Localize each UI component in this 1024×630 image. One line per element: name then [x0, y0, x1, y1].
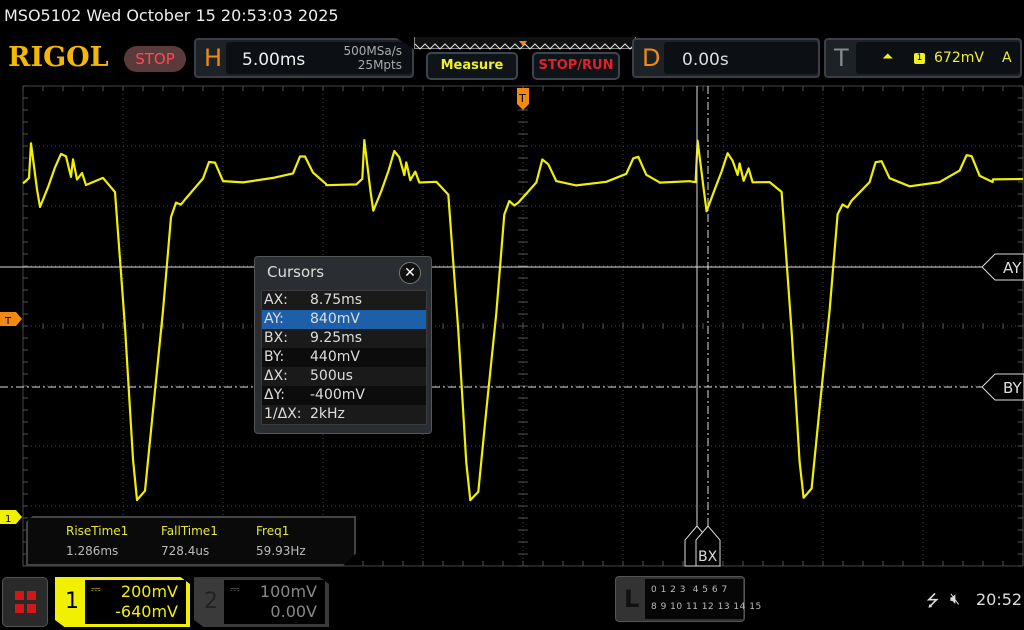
rising-edge-icon: ⏶	[882, 49, 894, 65]
cursor-value: 9.25ms	[310, 330, 363, 346]
cursor-key: 1/ΔX:	[264, 406, 302, 422]
cursor-readout-table: AX: 8.75ms AY: 840mV BX: 9.25ms BY: 440mV ΔX: 500…	[261, 290, 427, 425]
ch1-ground-label: 1	[5, 514, 11, 525]
cursor-bx-label: BX	[698, 549, 718, 565]
graticule	[22, 85, 1024, 567]
cursor-key: ΔX:	[264, 368, 288, 384]
logic-label: L	[624, 585, 640, 613]
cursor-row[interactable]: ΔX: 500us	[262, 367, 426, 386]
cursor-value: 500us	[310, 368, 353, 384]
channel-2-offset: 0.00V	[270, 602, 317, 621]
measurement-name: FallTime1	[161, 524, 218, 538]
trigger-level: 672mV	[934, 50, 984, 66]
measure-button[interactable]: Measure	[426, 52, 518, 80]
trigger-source: 1	[914, 53, 925, 64]
cursors-dialog[interactable]: Cursors ✕ AX: 8.75ms AY: 840mV BX: 9.25ms BY: 4…	[254, 256, 432, 434]
channel-2-scale: 100mV	[259, 582, 317, 601]
cursors-title: Cursors	[267, 263, 325, 281]
usb-icon: ⭍	[926, 591, 940, 610]
cursor-key: AY:	[264, 311, 284, 327]
cursor-row[interactable]: AY: 840mV	[262, 310, 426, 329]
measurement-name: RiseTime1	[66, 524, 129, 538]
logic-analyzer-button[interactable]: L 0 1 2 3 4 5 6 7 8 9 10 11 12 13 14 15	[615, 576, 761, 622]
cursor-row[interactable]: ΔY: -400mV	[262, 386, 426, 405]
main-menu-button[interactable]	[2, 577, 48, 627]
delay-label: D	[642, 44, 661, 72]
cursor-key: AX:	[264, 292, 288, 308]
cursor-value: 840mV	[310, 311, 360, 327]
clock: 20:52	[976, 590, 1023, 609]
trigger-panel[interactable]: T ⏶ 1 672mV A	[824, 38, 1022, 78]
cursor-key: BX:	[264, 330, 288, 346]
cursor-row[interactable]: BX: 9.25ms	[262, 329, 426, 348]
cursor-row[interactable]: BY: 440mV	[262, 348, 426, 367]
measurement-rise-time[interactable]: RiseTime1 1.286ms	[66, 524, 128, 558]
cursor-key: BY:	[264, 349, 285, 365]
trigger-level-label: T	[4, 316, 12, 327]
measurement-panel[interactable]: RiseTime1 1.286ms FallTime1 728.4us Freq1 5…	[26, 516, 356, 566]
cursor-value: -400mV	[310, 387, 365, 403]
delay-panel[interactable]: D 0.00s	[632, 38, 820, 78]
cursor-value: 2kHz	[310, 406, 345, 422]
dc-coupling-icon: ⎓	[230, 582, 240, 596]
dc-coupling-icon: ⎓	[91, 582, 101, 596]
channel-1-offset: -640mV	[115, 602, 178, 621]
delay-value: 0.00s	[682, 50, 729, 70]
close-icon[interactable]: ✕	[399, 262, 421, 284]
cursor-value: 8.75ms	[310, 292, 363, 308]
measurement-freq[interactable]: Freq1 59.93Hz	[256, 524, 306, 558]
cursor-row[interactable]: AX: 8.75ms	[262, 291, 426, 310]
speaker-muted-icon[interactable]: 🔇︎	[950, 589, 960, 609]
channel-2-number: 2	[204, 589, 218, 614]
channel-1-number: 1	[65, 589, 79, 614]
menu-grid-icon	[15, 591, 24, 600]
sample-rate: 500MSa/s	[343, 44, 402, 58]
measurement-name: Freq1	[256, 524, 290, 538]
channel-2-button[interactable]: 2 100mV 0.00V ⎓	[194, 577, 329, 627]
trigger-mode: A	[1002, 50, 1012, 66]
timebase-value: 5.00ms	[242, 50, 306, 70]
cursor-row[interactable]: 1/ΔX: 2kHz	[262, 405, 426, 424]
run-state-badge[interactable]: STOP	[124, 46, 186, 72]
logic-channels-row2: 8 9 10 11 12 13 14 15	[651, 602, 762, 612]
horizontal-panel[interactable]: H 5.00ms 500MSa/s 25Mpts	[194, 38, 414, 78]
sample-rate-info: 500MSa/s 25Mpts	[326, 44, 402, 72]
memory-waveform-icon	[414, 41, 636, 50]
measurement-value: 728.4us	[161, 544, 210, 558]
measurement-fall-time[interactable]: FallTime1 728.4us	[161, 524, 218, 558]
cursor-key: ΔY:	[264, 387, 285, 403]
rigol-logo: RIGOL	[8, 42, 109, 73]
cursor-value: 440mV	[310, 349, 360, 365]
waveform-display[interactable]: AY BY BX T T 1	[0, 80, 1024, 580]
trigger-label: T	[834, 44, 849, 72]
memory-overview-bar[interactable]	[414, 37, 636, 50]
horizontal-label: H	[204, 44, 223, 72]
memory-depth: 25Mpts	[357, 58, 402, 72]
trigger-position-label: T	[518, 92, 526, 105]
channel-1-button[interactable]: 1 200mV -640mV ⎓	[55, 577, 190, 627]
stop-run-button[interactable]: STOP/RUN	[532, 52, 620, 80]
measurement-value: 59.93Hz	[256, 544, 306, 558]
measurement-value: 1.286ms	[66, 544, 119, 558]
logic-channels-row1: 0 1 2 3 4 5 6 7	[651, 585, 728, 595]
channel-1-scale: 200mV	[120, 582, 178, 601]
window-title: MSO5102 Wed October 15 20:53:03 2025	[4, 6, 339, 25]
cursor-ay-label: AY	[1003, 259, 1022, 277]
cursor-by-label: BY	[1003, 379, 1022, 397]
